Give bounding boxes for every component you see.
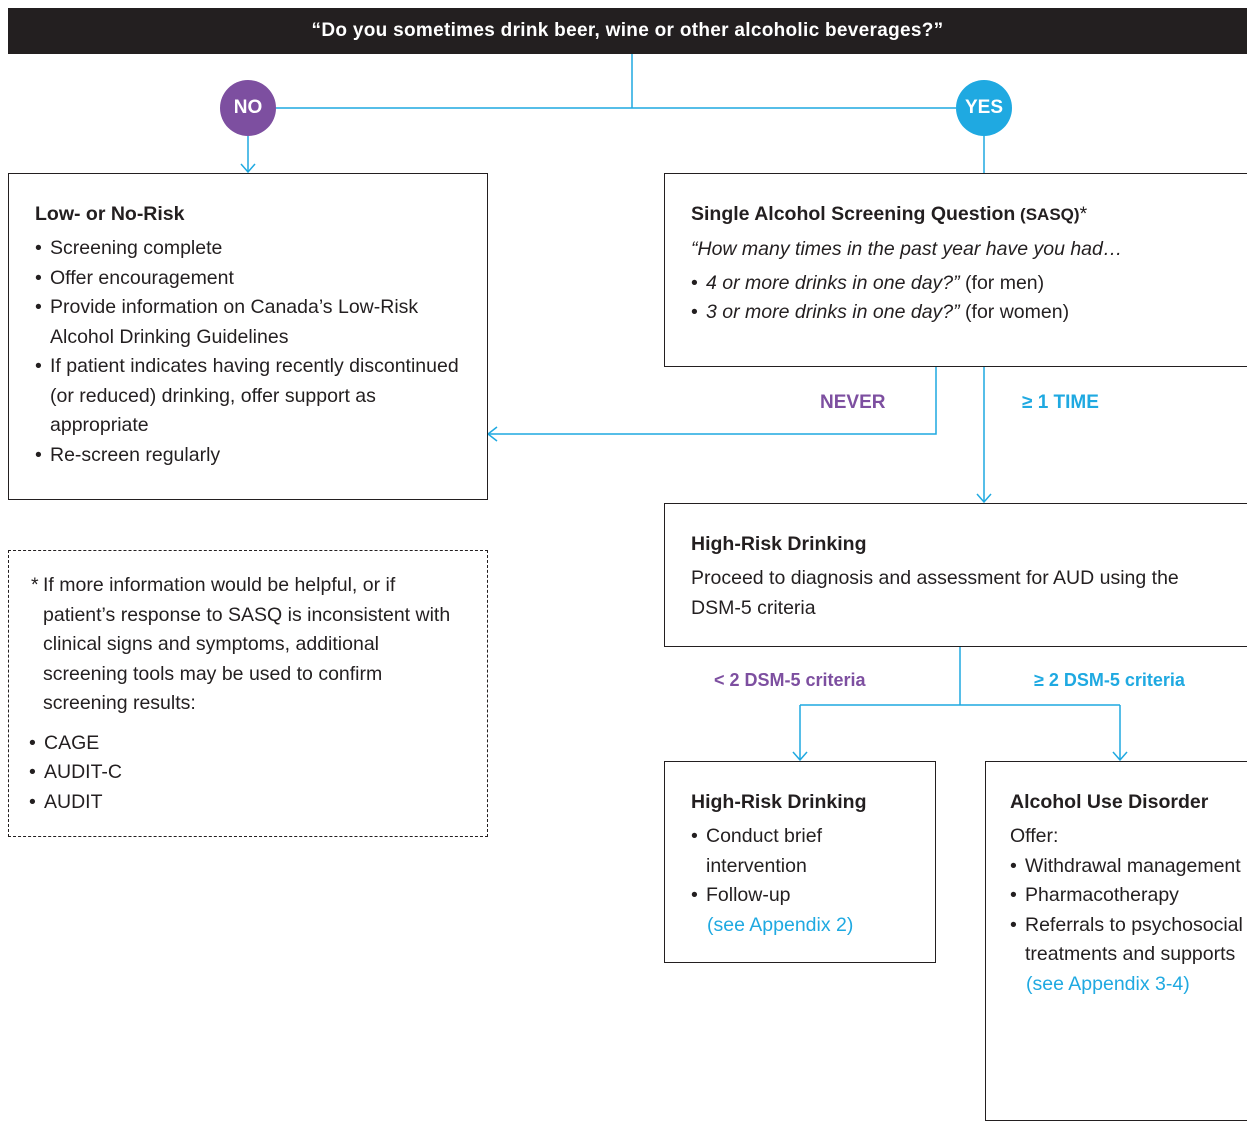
- aud-list: Withdrawal management Pharmacotherapy Re…: [1010, 852, 1247, 970]
- no-circle: NO: [220, 80, 276, 136]
- low-risk-title: Low- or No-Risk: [35, 203, 185, 225]
- list-item: AUDIT-C: [29, 758, 463, 788]
- appendix-3-4-link[interactable]: (see Appendix 3-4): [1010, 970, 1247, 1000]
- list-item: CAGE: [29, 729, 463, 759]
- sasq-title-abbr: (SASQ): [1015, 205, 1080, 224]
- sasq-item-question: 4 or more drinks in one day?”: [706, 271, 960, 294]
- list-item: Referrals to psychosocial treatments and…: [1010, 911, 1247, 970]
- low-risk-box: Low- or No-Risk Screening complete Offer…: [8, 173, 488, 500]
- list-item: Withdrawal management: [1010, 852, 1247, 882]
- sasq-item-who: (for men): [959, 271, 1045, 294]
- low-risk-list: Screening complete Offer encouragement P…: [35, 234, 463, 470]
- list-item: Conduct brief intervention: [691, 822, 921, 881]
- list-item: Pharmacotherapy: [1010, 881, 1247, 911]
- appendix-2-link[interactable]: (see Appendix 2): [691, 911, 921, 941]
- footnote-list: CAGE AUDIT-C AUDIT: [29, 729, 463, 818]
- footnote-text-wrap: * If more information would be helpful, …: [31, 571, 463, 719]
- never-label: NEVER: [820, 392, 886, 413]
- aud-offer: Offer:: [1010, 825, 1059, 847]
- high-risk-title: High-Risk Drinking: [691, 533, 867, 555]
- high-risk-text: Proceed to diagnosis and assessment for …: [691, 567, 1179, 619]
- sasq-title: Single Alcohol Screening Question (SASQ)…: [691, 200, 1243, 229]
- yes-label: YES: [964, 97, 1004, 118]
- list-item: Re-screen regularly: [35, 441, 463, 471]
- sasq-item-who: (for women): [959, 301, 1070, 323]
- footnote-text: If more information would be helpful, or…: [43, 574, 451, 714]
- no-label: NO: [233, 97, 263, 118]
- lt2-label: < 2 DSM-5 criteria: [714, 670, 866, 690]
- yes-circle: YES: [956, 80, 1012, 136]
- sasq-item-question: 3 or more drinks in one day?”: [706, 301, 960, 323]
- sasq-box: Single Alcohol Screening Question (SASQ)…: [664, 173, 1247, 367]
- footnote-star: *: [31, 574, 39, 596]
- aud-box: Alcohol Use Disorder Offer: Withdrawal m…: [985, 761, 1247, 1121]
- list-item: AUDIT: [29, 788, 463, 818]
- list-item: Follow-up: [691, 881, 921, 911]
- sasq-title-star: *: [1079, 203, 1088, 225]
- list-item: 3 or more drinks in one day?” (for women…: [691, 298, 1243, 328]
- aud-title: Alcohol Use Disorder: [1010, 791, 1209, 813]
- sasq-list: 4 or more drinks in one day?” (for men) …: [691, 269, 1243, 328]
- hrd-intervention-box: High-Risk Drinking Conduct brief interve…: [664, 761, 936, 963]
- list-item: Offer encouragement: [35, 264, 463, 294]
- hrd-intervention-title: High-Risk Drinking: [691, 791, 867, 813]
- ge2-label: ≥ 2 DSM-5 criteria: [1034, 670, 1185, 690]
- list-item: Provide information on Canada’s Low-Risk…: [35, 293, 463, 352]
- high-risk-box: High-Risk Drinking Proceed to diagnosis …: [664, 503, 1247, 647]
- list-item: If patient indicates having recently dis…: [35, 352, 463, 441]
- once-label: ≥ 1 TIME: [1022, 392, 1099, 413]
- list-item: 4 or more drinks in one day?” (for men): [691, 269, 1243, 299]
- footnote-box: * If more information would be helpful, …: [8, 550, 488, 837]
- sasq-title-text: Single Alcohol Screening Question: [691, 203, 1016, 225]
- sasq-question: “How many times in the past year have yo…: [691, 238, 1123, 260]
- hrd-intervention-list: Conduct brief intervention Follow-up: [691, 822, 921, 911]
- list-item: Screening complete: [35, 234, 463, 264]
